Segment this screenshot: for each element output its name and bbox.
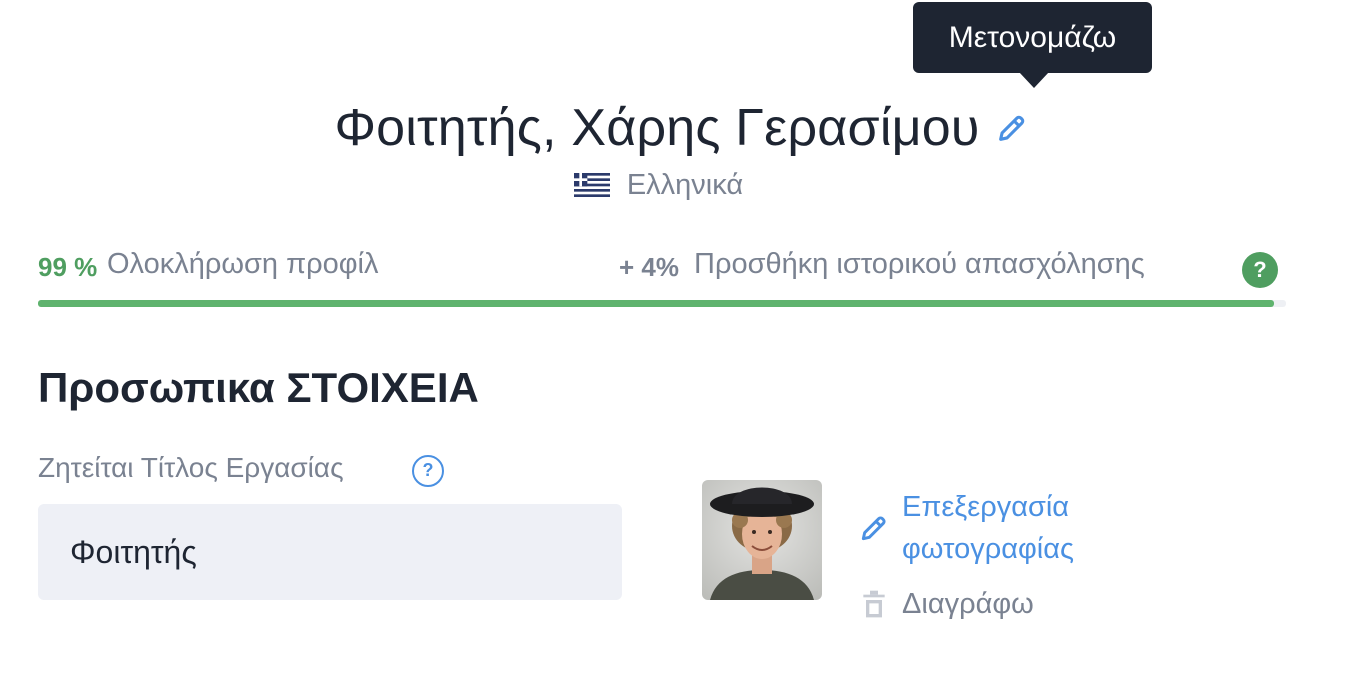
completion-percent: 99 % — [38, 252, 98, 282]
pencil-icon — [861, 516, 886, 541]
tooltip-text: Μετονομάζω — [948, 21, 1117, 54]
completion-help-icon[interactable]: ? — [1242, 252, 1278, 288]
suggestion-link[interactable]: Προσθήκη ιστορικού απασχόλησης — [694, 248, 1145, 281]
suggestion-percent: + 4% — [619, 252, 679, 282]
greece-flag-icon — [573, 173, 610, 197]
rename-button[interactable] — [994, 110, 1030, 146]
edit-photo-label: Επεξεργασία φωτογραφίας — [902, 491, 1074, 565]
avatar-image — [702, 480, 822, 600]
delete-photo-label: Διαγράφω — [902, 588, 1034, 620]
trash-icon — [863, 590, 885, 618]
tooltip-arrow — [1019, 72, 1049, 88]
completion-progress-bar — [38, 300, 1286, 307]
delete-photo-button[interactable]: Διαγράφω — [858, 584, 1078, 624]
completion-progress-fill — [38, 300, 1274, 307]
job-title-label: Ζητείται Τίτλος Εργασίας — [38, 452, 344, 483]
section-title: Προσωπικα ΣΤΟΙΧΕΙΑ — [38, 364, 479, 411]
language-row: Ελληνικά — [0, 164, 1364, 206]
avatar — [702, 480, 822, 600]
edit-photo-button[interactable]: Επεξεργασία φωτογραφίας — [858, 486, 1118, 566]
language-label: Ελληνικά — [626, 168, 744, 201]
profile-completion: 99 % Ολοκλήρωση προφίλ + 4% Προσθήκη ιστ… — [38, 244, 1278, 288]
profile-header: Φοιτητής, Χάρης Γερασίμου — [0, 88, 1364, 168]
job-title-input[interactable] — [38, 504, 622, 600]
rename-tooltip: Μετονομάζω — [913, 2, 1152, 73]
pencil-icon — [998, 115, 1024, 141]
profile-name: Φοιτητής, Χάρης Γερασίμου — [334, 99, 980, 157]
completion-label: Ολοκλήρωση προφίλ — [107, 248, 379, 280]
job-title-help-icon[interactable]: ? — [412, 455, 444, 487]
